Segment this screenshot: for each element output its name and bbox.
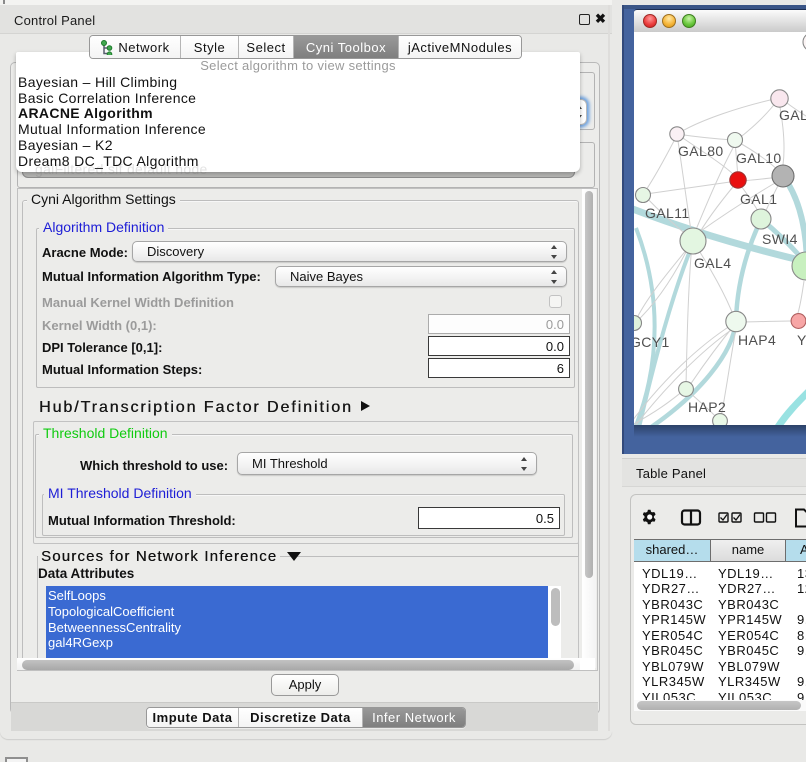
svg-text:GAL10: GAL10 xyxy=(736,150,782,166)
svg-text:GAL11: GAL11 xyxy=(645,205,690,221)
svg-text:SWI4: SWI4 xyxy=(762,231,798,247)
svg-text:HAP4: HAP4 xyxy=(738,332,776,348)
svg-text:GAL1: GAL1 xyxy=(740,191,777,207)
svg-text:GAL7: GAL7 xyxy=(779,107,806,123)
svg-text:HAP2: HAP2 xyxy=(688,399,726,415)
svg-text:YE: YE xyxy=(797,332,806,348)
svg-text:GAL80: GAL80 xyxy=(678,143,724,159)
svg-text:GAL4: GAL4 xyxy=(694,255,731,271)
svg-text:GCY1: GCY1 xyxy=(634,334,670,350)
